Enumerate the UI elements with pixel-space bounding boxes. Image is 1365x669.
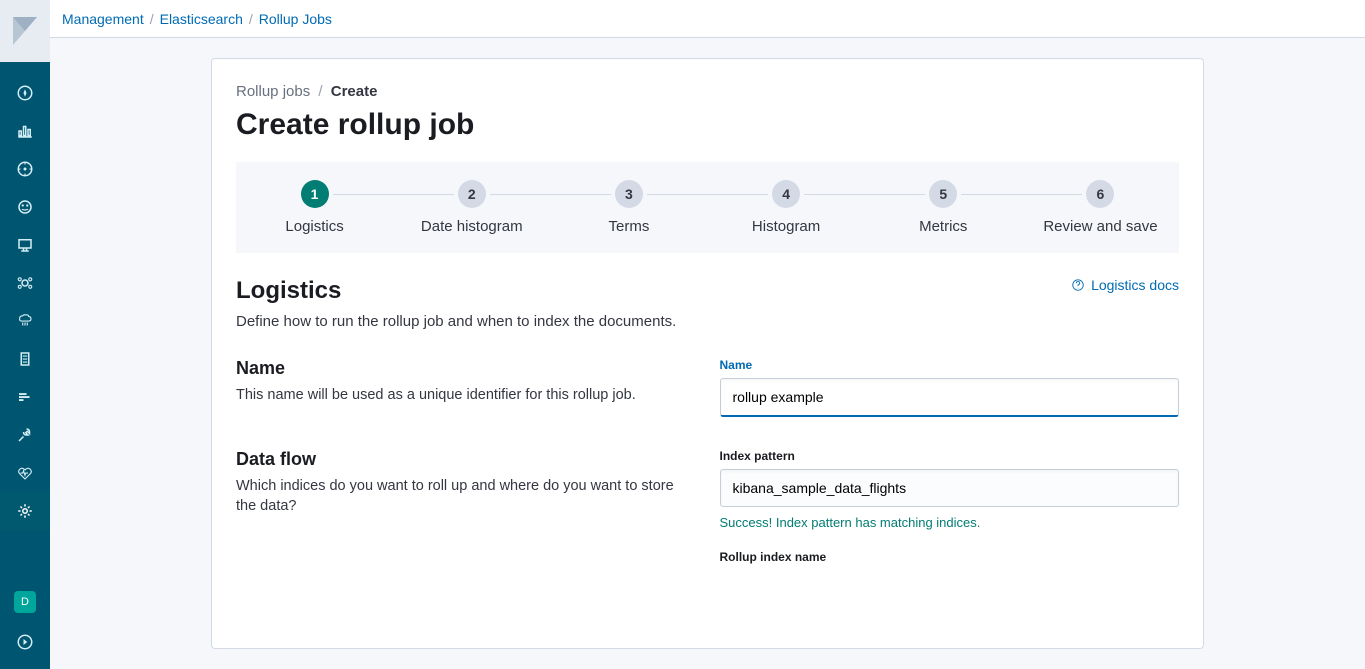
nav-visualize[interactable] — [0, 112, 50, 150]
sidebar: D — [0, 0, 50, 669]
kibana-logo[interactable] — [0, 0, 50, 62]
nav-timelion[interactable] — [0, 188, 50, 226]
nav-ml[interactable] — [0, 264, 50, 302]
nav-management[interactable] — [0, 492, 50, 530]
step-label: Metrics — [865, 218, 1022, 235]
step-num: 4 — [772, 180, 800, 208]
step-date-histogram[interactable]: 2 Date histogram — [393, 180, 550, 235]
sidebar-bottom: D — [0, 591, 50, 669]
step-label: Histogram — [708, 218, 865, 235]
docs-link[interactable]: Logistics docs — [1071, 277, 1179, 293]
crumb-management[interactable]: Management — [62, 11, 144, 27]
step-review-save[interactable]: 6 Review and save — [1022, 180, 1179, 235]
step-num: 3 — [615, 180, 643, 208]
nav-monitoring[interactable] — [0, 454, 50, 492]
success-message: Success! Index pattern has matching indi… — [720, 515, 1180, 530]
main: Management / Elasticsearch / Rollup Jobs… — [50, 0, 1365, 669]
crumb-rollup-jobs[interactable]: Rollup Jobs — [259, 11, 332, 27]
panel: Rollup jobs / Create Create rollup job 1… — [211, 58, 1204, 649]
nav-logs[interactable] — [0, 340, 50, 378]
step-terms[interactable]: 3 Terms — [550, 180, 707, 235]
steps: 1 Logistics 2 Date histogram 3 Terms 4 H… — [236, 162, 1179, 253]
form-row-name: Name This name will be used as a unique … — [236, 358, 1179, 417]
nav-apm[interactable] — [0, 378, 50, 416]
label-index-pattern: Index pattern — [720, 449, 1180, 463]
step-label: Date histogram — [393, 218, 550, 235]
index-pattern-input[interactable] — [720, 469, 1180, 507]
section-header: Logistics Logistics docs — [236, 277, 1179, 305]
form-row-dataflow: Data flow Which indices do you want to r… — [236, 449, 1179, 584]
nav-infra[interactable] — [0, 302, 50, 340]
section-title: Logistics — [236, 277, 341, 305]
user-avatar[interactable]: D — [14, 591, 36, 613]
nav-dashboard[interactable] — [0, 150, 50, 188]
page-title: Create rollup job — [236, 108, 1179, 142]
step-num: 1 — [301, 180, 329, 208]
step-label: Review and save — [1022, 218, 1179, 235]
help-icon — [1071, 278, 1085, 292]
inner-breadcrumb: Rollup jobs / Create — [236, 83, 1179, 100]
nav-collapse[interactable] — [0, 623, 50, 661]
nav-devtools[interactable] — [0, 416, 50, 454]
nav-items — [0, 62, 50, 591]
step-label: Logistics — [236, 218, 393, 235]
step-metrics[interactable]: 5 Metrics — [865, 180, 1022, 235]
step-num: 5 — [929, 180, 957, 208]
field-help-name: This name will be used as a unique ident… — [236, 385, 696, 405]
step-num: 6 — [1086, 180, 1114, 208]
step-num: 2 — [458, 180, 486, 208]
field-title-dataflow: Data flow — [236, 449, 696, 470]
section-desc: Define how to run the rollup job and whe… — [236, 313, 1179, 330]
label-name: Name — [720, 358, 1180, 372]
label-rollup-index: Rollup index name — [720, 550, 1180, 564]
breadcrumb: Management / Elasticsearch / Rollup Jobs — [50, 0, 1365, 38]
step-label: Terms — [550, 218, 707, 235]
step-logistics[interactable]: 1 Logistics — [236, 180, 393, 235]
name-input[interactable] — [720, 378, 1180, 417]
nav-discover[interactable] — [0, 74, 50, 112]
field-help-dataflow: Which indices do you want to roll up and… — [236, 476, 696, 517]
nav-canvas[interactable] — [0, 226, 50, 264]
crumb-elasticsearch[interactable]: Elasticsearch — [160, 11, 243, 27]
content: Rollup jobs / Create Create rollup job 1… — [50, 38, 1365, 669]
docs-link-label: Logistics docs — [1091, 277, 1179, 293]
field-title-name: Name — [236, 358, 696, 379]
inner-crumb-parent[interactable]: Rollup jobs — [236, 83, 310, 100]
inner-crumb-current: Create — [331, 83, 378, 100]
step-histogram[interactable]: 4 Histogram — [708, 180, 865, 235]
